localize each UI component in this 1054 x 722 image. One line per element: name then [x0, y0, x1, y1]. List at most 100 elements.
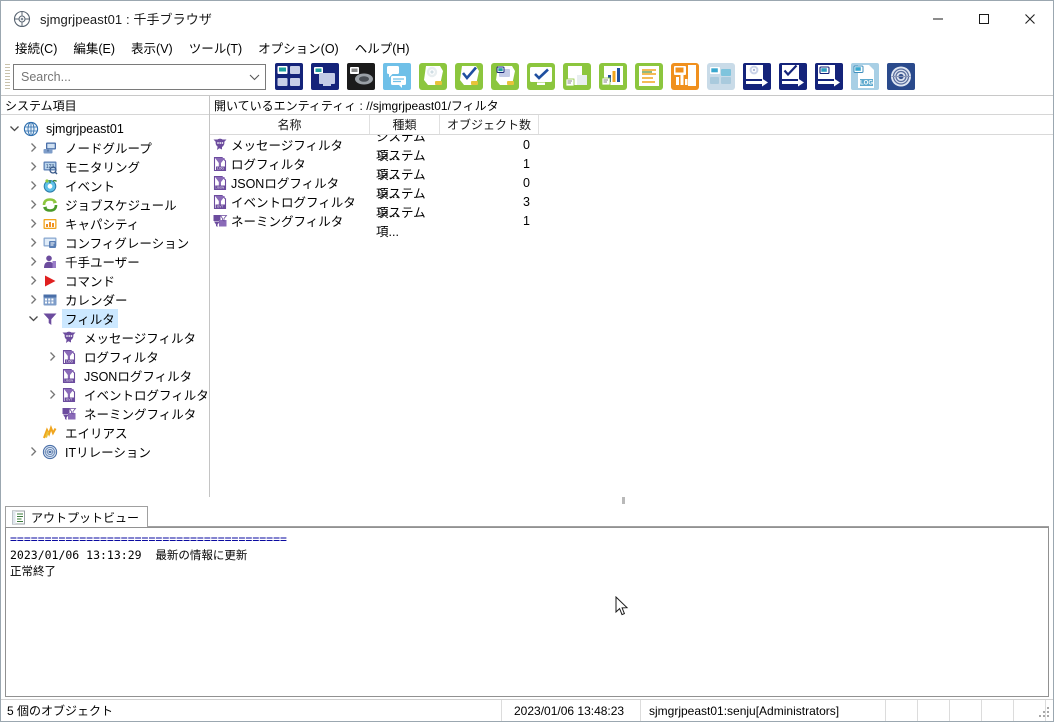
row-name-label: JSONログフィルタ [231, 177, 340, 191]
configuration-icon [41, 235, 58, 251]
expander-down-icon[interactable] [26, 313, 41, 324]
tree-item-label: エイリアス [65, 427, 128, 441]
toolbar-export-monitor-button[interactable] [740, 61, 773, 93]
tree-item-root[interactable]: sjmgrjpeast01 [1, 119, 209, 138]
toolbar-export-check-button[interactable] [776, 61, 809, 93]
toolbar-config-list-button[interactable] [632, 61, 665, 93]
menu-help[interactable]: ヘルプ(H) [347, 36, 418, 59]
table-row[interactable]: メッセージフィルタ システム項... 0 [210, 135, 1053, 163]
menu-edit[interactable]: 編集(E) [65, 36, 123, 59]
expander-right-icon[interactable] [26, 142, 41, 153]
tree-item-label: ITリレーション [65, 446, 151, 460]
toolbar-monitoring-button[interactable] [308, 61, 341, 93]
search-input[interactable] [14, 69, 243, 84]
row-name-label: ネーミングフィルタ [231, 215, 344, 229]
tab-output-view-label: アウトプットビュー [31, 510, 140, 525]
expander-right-icon[interactable] [26, 218, 41, 229]
tree-item-label: キャパシティ [65, 218, 140, 232]
tree-item-filter[interactable]: フィルタ [1, 309, 209, 328]
output-text-area[interactable]: ========================================… [5, 527, 1049, 697]
toolbar-job-monitor-button[interactable] [488, 61, 521, 93]
list-body[interactable]: メッセージフィルタ システム項... 0 LOG ログフィルタ システム項... 1 JSON… [210, 135, 1053, 497]
tree-item-command[interactable]: コマンド [1, 271, 209, 290]
expander-right-icon[interactable] [26, 256, 41, 267]
search-combobox[interactable] [13, 63, 266, 90]
json-log-filter-icon: JSON [60, 368, 77, 384]
toolbar-capacity-chart-button[interactable] [596, 61, 629, 93]
maximize-button[interactable] [961, 1, 1007, 36]
menu-tools[interactable]: ツール(T) [181, 36, 250, 59]
tree-item-alias[interactable]: エイリアス [1, 423, 209, 442]
entity-path-bar: 開いているエンティティィ : //sjmgrjpeast01/フィルタ [210, 96, 1053, 115]
toolbar-senju-target-button[interactable] [884, 61, 917, 93]
close-button[interactable] [1007, 1, 1053, 36]
log-filter-icon: LOG [60, 349, 77, 365]
event-log-filter-icon: EVT [60, 387, 77, 403]
message-filter-icon [60, 330, 77, 346]
expander-right-icon[interactable] [26, 294, 41, 305]
expander-right-icon[interactable] [26, 275, 41, 286]
tree-item-label: コンフィグレーション [65, 237, 190, 251]
system-tree[interactable]: sjmgrjpeast01 ノードグループ 123 モニタリング イベント ジョブスケジュ… [1, 115, 209, 497]
toolbar-job-check-button[interactable] [452, 61, 485, 93]
tree-item-naming-filter[interactable]: ネーミングフィルタ [1, 404, 209, 423]
table-row[interactable]: LOG ログフィルタ システム項... 1 [210, 149, 1053, 182]
expander-right-icon[interactable] [26, 180, 41, 191]
output-tab-row: アウトプットビュー [5, 505, 1049, 527]
menu-options[interactable]: オプション(O) [250, 36, 347, 59]
tree-item-log-filter[interactable]: LOG ログフィルタ [1, 347, 209, 366]
menu-connect[interactable]: 接続(C) [7, 36, 65, 59]
message-filter-icon [212, 137, 228, 153]
tree-item-node-group[interactable]: ノードグループ [1, 138, 209, 157]
expander-right-icon[interactable] [26, 237, 41, 248]
toolbar-task-check-button[interactable] [524, 61, 557, 93]
chevron-down-icon[interactable] [243, 65, 265, 89]
tree-item-event[interactable]: イベント [1, 176, 209, 195]
expander-right-icon[interactable] [45, 389, 60, 400]
toolbar-node-group-button[interactable] [272, 61, 305, 93]
toolbar-export-node-button[interactable] [812, 61, 845, 93]
toolbar-report-doc-button[interactable] [560, 61, 593, 93]
horizontal-splitter[interactable] [1, 497, 1053, 505]
alias-icon [41, 424, 58, 441]
table-row[interactable]: ネーミングフィルタ システム項... 1 [210, 206, 1053, 239]
column-header-name[interactable]: 名称 [210, 115, 370, 134]
expander-right-icon[interactable] [26, 446, 41, 457]
minimize-button[interactable] [915, 1, 961, 36]
toolbar-event-button[interactable] [344, 61, 377, 93]
menu-view[interactable]: 表示(V) [123, 36, 181, 59]
column-header-count[interactable]: オブジェクト数 [440, 115, 539, 134]
table-row[interactable]: JSON JSONログフィルタ システム項... 0 [210, 168, 1053, 201]
cell-count: 1 [523, 156, 530, 171]
toolbar-message-filter-button[interactable] [380, 61, 413, 93]
tree-item-monitoring[interactable]: 123 モニタリング [1, 157, 209, 176]
toolbar-job-schedule-button[interactable] [416, 61, 449, 93]
tree-item-message-filter[interactable]: メッセージフィルタ [1, 328, 209, 347]
expander-right-icon[interactable] [45, 351, 60, 362]
naming-filter-icon [212, 213, 228, 229]
tree-item-it-relation[interactable]: ITリレーション [1, 442, 209, 461]
svg-text:JSON: JSON [216, 185, 224, 189]
toolbar-it-relation-button[interactable] [704, 61, 737, 93]
tree-item-json-log-filter[interactable]: JSON JSONログフィルタ [1, 366, 209, 385]
column-header-type[interactable]: 種類 [370, 115, 440, 134]
toolbar-log-file-button[interactable]: LOG [848, 61, 881, 93]
tree-item-event-log-filter[interactable]: EVT イベントログフィルタ [1, 385, 209, 404]
tree-item-senju-user[interactable]: 千手ユーザー [1, 252, 209, 271]
tree-item-calendar[interactable]: カレンダー [1, 290, 209, 309]
expander-down-icon[interactable] [7, 123, 22, 134]
status-resize-area[interactable] [1039, 700, 1053, 721]
tree-item-label: コマンド [65, 275, 116, 289]
toolbar-capacity-orange-button[interactable] [668, 61, 701, 93]
expander-right-icon[interactable] [26, 161, 41, 172]
column-header-filler [539, 115, 1053, 134]
tree-item-job-schedule[interactable]: ジョブスケジュール [1, 195, 209, 214]
toolbar-grip[interactable] [5, 63, 10, 90]
expander-right-icon[interactable] [26, 199, 41, 210]
tab-output-view[interactable]: アウトプットビュー [5, 506, 149, 527]
table-row[interactable]: EVT イベントログフィルタ システム項... 3 [210, 187, 1053, 220]
cell-name: ネーミングフィルタ [210, 211, 370, 230]
tree-item-configuration[interactable]: コンフィグレーション [1, 233, 209, 252]
cell-name: JSON JSONログフィルタ [210, 173, 370, 192]
tree-item-capacity[interactable]: キャパシティ [1, 214, 209, 233]
